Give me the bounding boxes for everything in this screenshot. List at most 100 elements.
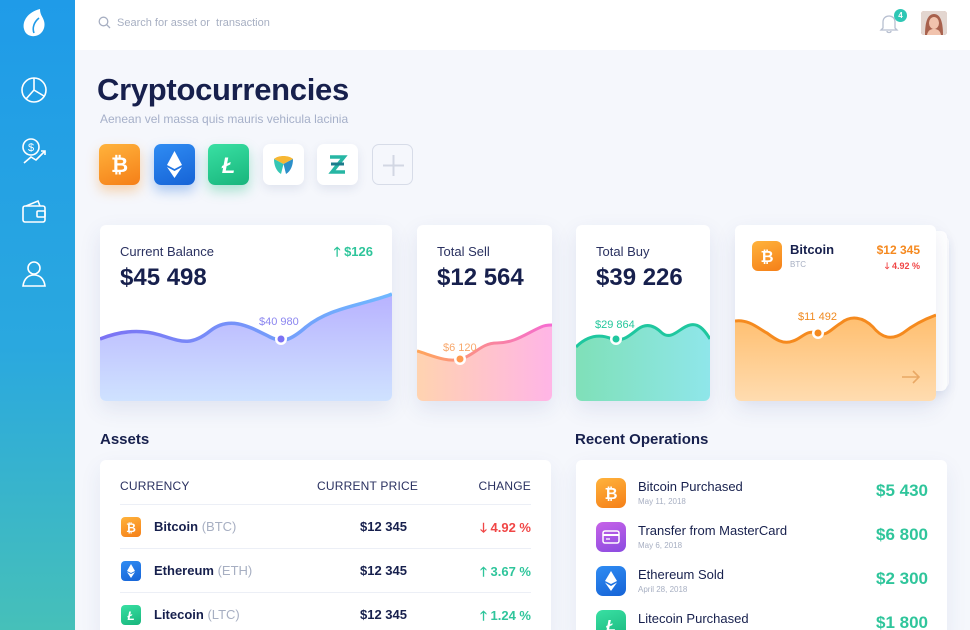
sidebar-item-profile[interactable] <box>19 258 49 288</box>
page-subtitle: Aenean vel massa quis mauris vehicula la… <box>100 112 349 126</box>
coin-ticker: BTC <box>790 260 806 269</box>
svg-text:₿: ₿ <box>604 485 617 503</box>
bitcoin-card[interactable]: ₿ Bitcoin BTC $12 345 🡓 4.92 % $11 492 <box>735 225 936 401</box>
bitcoin-icon: ₿ <box>121 517 141 537</box>
balance-value: $45 498 <box>120 264 207 291</box>
chart-point-label: $11 492 <box>798 311 837 323</box>
column-header-change[interactable]: CHANGE <box>478 479 531 493</box>
operation-date: May 11, 2018 <box>638 497 686 506</box>
ethereum-icon <box>167 151 182 178</box>
assets-table: CURRENCY CURRENT PRICE CHANGE ₿ Bitcoin … <box>100 460 551 630</box>
current-balance-card[interactable]: Current Balance 🡑 $126 $45 498 $40 980 <box>100 225 392 401</box>
coin-name: Bitcoin <box>790 242 835 257</box>
chart-point-label: $6 120 <box>443 342 477 354</box>
list-item[interactable]: Transfer from MasterCard May 6, 2018 $6 … <box>596 522 928 566</box>
svg-text:$: $ <box>28 142 34 154</box>
operations-title: Recent Operations <box>575 431 709 448</box>
card-label: Current Balance <box>120 244 214 259</box>
card-label: Total Buy <box>596 244 650 259</box>
add-icon <box>383 155 404 176</box>
svg-text:Ł: Ł <box>605 618 616 630</box>
avatar[interactable] <box>921 11 947 35</box>
operation-amount: $6 800 <box>876 525 928 544</box>
total-sell-card[interactable]: Total Sell $12 564 $6 120 <box>417 225 552 401</box>
wallet-icon <box>22 199 46 223</box>
list-item[interactable]: ₿ Bitcoin Purchased May 11, 2018 $5 430 <box>596 478 928 522</box>
svg-text:Ł: Ł <box>126 609 134 623</box>
bitcoin-chart <box>735 313 936 401</box>
add-coin-button[interactable] <box>372 144 413 185</box>
operation-title: Ethereum Sold <box>638 567 724 582</box>
balance-chart <box>100 292 392 401</box>
asset-change: 🡑 3.67 % <box>480 564 531 579</box>
litecoin-icon: Ł <box>121 605 141 625</box>
flame-logo-icon[interactable] <box>20 8 48 38</box>
sell-value: $12 564 <box>437 264 524 291</box>
operation-amount: $1 800 <box>876 613 928 630</box>
coin-button-zencash[interactable] <box>317 144 358 185</box>
arrow-up-icon: 🡑 <box>333 244 341 259</box>
sidebar: $ <box>0 0 75 630</box>
coin-button-nem[interactable] <box>263 144 304 185</box>
coin-button-ethereum[interactable] <box>154 144 195 185</box>
asset-name: Bitcoin (BTC) <box>154 519 237 534</box>
asset-name: Litecoin (LTC) <box>154 607 240 622</box>
operation-title: Bitcoin Purchased <box>638 479 743 494</box>
dollar-growth-icon: $ <box>22 138 46 164</box>
bitcoin-icon: ₿ <box>596 478 626 508</box>
top-bar: 4 <box>75 0 970 50</box>
table-row[interactable]: Ł Litecoin (LTC) $12 345 🡑 1.24 % <box>120 592 531 630</box>
operation-title: Litecoin Purchased <box>638 611 749 626</box>
bitcoin-badge: ₿ <box>752 241 782 271</box>
table-row[interactable]: ₿ Bitcoin (BTC) $12 345 🡓 4.92 % <box>120 504 531 548</box>
chart-point-label: $29 864 <box>595 319 635 331</box>
operation-title: Transfer from MasterCard <box>638 523 788 538</box>
zencash-icon <box>328 155 348 174</box>
card-label: Total Sell <box>437 244 490 259</box>
operation-amount: $2 300 <box>876 569 928 588</box>
user-icon <box>22 261 46 287</box>
litecoin-icon: Ł <box>221 153 235 178</box>
coin-button-bitcoin[interactable]: ₿ <box>99 144 140 185</box>
svg-text:Ł: Ł <box>221 153 235 178</box>
page-title: Cryptocurrencies <box>97 72 349 107</box>
ethereum-icon <box>596 566 626 596</box>
assets-title: Assets <box>100 431 150 448</box>
arrow-right-icon[interactable] <box>901 370 921 384</box>
column-header-currency[interactable]: CURRENCY <box>120 479 190 493</box>
bitcoin-icon: ₿ <box>760 248 773 266</box>
operation-date: May 6, 2018 <box>638 541 683 550</box>
list-item[interactable]: Ł Litecoin Purchased $1 800 <box>596 610 928 630</box>
sidebar-item-exchange[interactable]: $ <box>19 136 49 166</box>
sidebar-item-dashboard[interactable] <box>19 75 49 105</box>
arrow-down-icon: 🡓 <box>884 261 890 271</box>
buy-value: $39 226 <box>596 264 683 291</box>
litecoin-icon: Ł <box>596 610 626 630</box>
table-row[interactable]: Ethereum (ETH) $12 345 🡑 3.67 % <box>120 548 531 592</box>
operations-list: ₿ Bitcoin Purchased May 11, 2018 $5 430 … <box>576 460 947 630</box>
coin-change: 🡓 4.92 % <box>884 261 920 271</box>
asset-change: 🡓 4.92 % <box>480 520 531 535</box>
coin-price: $12 345 <box>876 243 920 257</box>
coin-button-litecoin[interactable]: Ł <box>208 144 249 185</box>
user-avatar-icon <box>921 11 947 35</box>
svg-text:₿: ₿ <box>760 248 773 266</box>
balance-change: 🡑 $126 <box>333 244 373 259</box>
chart-point-label: $40 980 <box>259 316 299 328</box>
asset-change: 🡑 1.24 % <box>480 608 531 623</box>
credit-card-icon <box>596 522 626 552</box>
search-icon <box>98 16 111 29</box>
sidebar-item-wallet[interactable] <box>19 197 49 227</box>
search-input[interactable] <box>117 14 377 32</box>
sell-chart <box>417 323 552 401</box>
ethereum-icon <box>121 561 141 581</box>
asset-name: Ethereum (ETH) <box>154 563 253 578</box>
list-item[interactable]: Ethereum Sold April 28, 2018 $2 300 <box>596 566 928 610</box>
asset-price: $12 345 <box>360 563 407 578</box>
pie-chart-icon <box>21 77 47 103</box>
column-header-price[interactable]: CURRENT PRICE <box>317 479 418 493</box>
total-buy-card[interactable]: Total Buy $39 226 $29 864 <box>576 225 710 401</box>
operation-date: April 28, 2018 <box>638 585 688 594</box>
asset-price: $12 345 <box>360 519 407 534</box>
notification-badge: 4 <box>894 9 907 22</box>
